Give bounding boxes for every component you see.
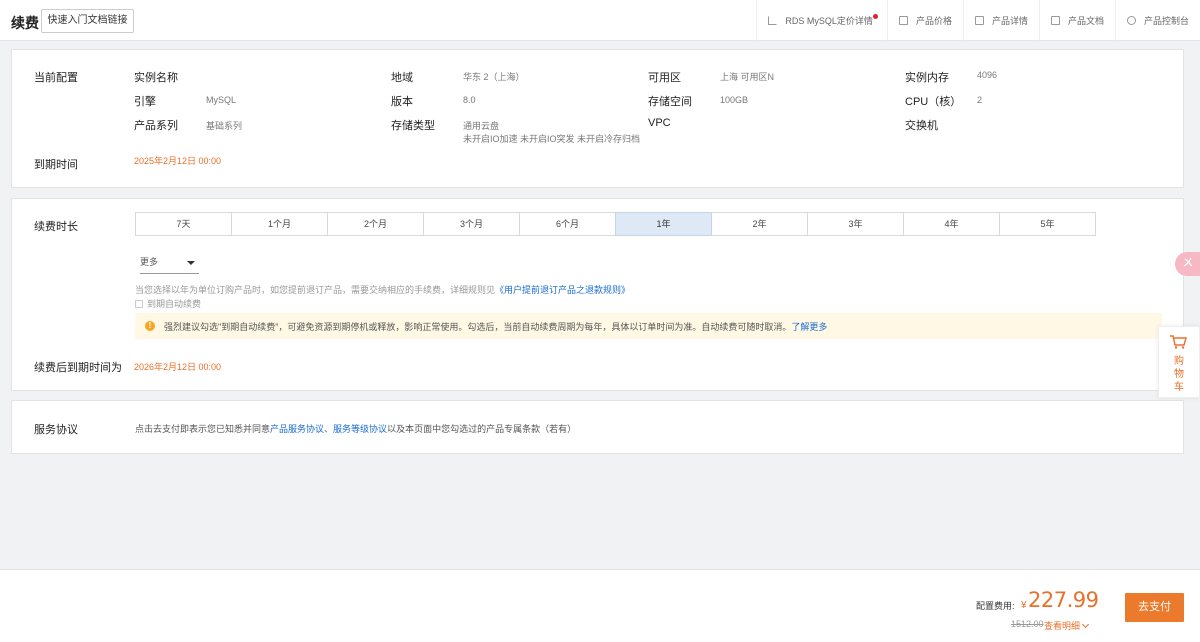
duration-option[interactable]: 2年 [711, 212, 808, 236]
price-value: 227.99 [1028, 588, 1099, 612]
agreement-prefix: 点击去支付即表示您已知悉并同意 [135, 424, 271, 434]
duration-option[interactable]: 3年 [807, 212, 904, 236]
storage-label: 存储空间 [648, 96, 692, 108]
memory-value: 4096 [977, 70, 998, 80]
more-duration-label: 更多 [140, 257, 159, 267]
auto-renew-label: 到期自动续费 [147, 299, 202, 309]
price-list-icon [898, 16, 908, 25]
cpu-label: CPU（核） [905, 96, 962, 108]
product-doc-label: 产品文档 [1067, 16, 1104, 26]
service-agreement-label: 服务协议 [34, 424, 78, 436]
renew-duration-card: 续费时长 7天 1个月 2个月 3个月 6个月 1年 2年 3年 4年 5年 更… [11, 198, 1184, 391]
agreement-separator: 、 [324, 424, 334, 434]
duration-option[interactable]: 2个月 [327, 212, 424, 236]
agreement-text: 点击去支付即表示您已知悉并同意产品服务协议、服务等级协议以及本页面中您勾选过的产… [135, 422, 576, 435]
expire-label: 到期时间 [34, 159, 78, 171]
storage-type-value: 通用云盘 [463, 121, 500, 131]
price-label: 配置费用: [976, 601, 1015, 611]
external-link-icon [768, 16, 778, 25]
auto-renew-checkbox[interactable] [135, 299, 143, 308]
auto-renew-warning: ! 强烈建议勾选"到期自动续费"，可避免资源到期停机或释放，影响正常使用。勾选后… [135, 313, 1162, 339]
product-detail-label: 产品详情 [991, 16, 1028, 26]
vpc-label: VPC [648, 117, 671, 129]
checkout-bar: 配置费用: ¥ 227.99 1512.00 查看明细 去支付 [0, 569, 1200, 642]
product-price-label: 产品价格 [915, 16, 952, 26]
chevron-down-icon [1081, 620, 1090, 629]
sla-link[interactable]: 服务等级协议 [333, 424, 387, 434]
top-links: RDS MySQL定价详情 产品价格 产品详情 产品文档 产品控制台 [756, 0, 1200, 41]
refund-note: 当您选择以年为单位订购产品时，如您提前退订产品，需要交纳相应的手续费，详细规则见… [135, 283, 630, 296]
series-value: 基础系列 [206, 121, 243, 131]
current-config-label: 当前配置 [34, 72, 78, 84]
new-expire-label: 续费后到期时间为 [34, 362, 122, 374]
refund-note-text: 当您选择以年为单位订购产品时，如您提前退订产品，需要交纳相应的手续费，详细规则见 [135, 285, 496, 295]
view-details-link[interactable]: 查看明细 [1044, 619, 1090, 632]
warning-icon: ! [145, 321, 155, 331]
product-console-label: 产品控制台 [1143, 16, 1189, 26]
notification-dot [872, 14, 878, 19]
zone-label: 可用区 [648, 72, 681, 84]
duration-option[interactable]: 5年 [999, 212, 1096, 236]
more-duration-select[interactable]: 更多 [140, 256, 199, 274]
storage-type-label: 存储类型 [391, 120, 435, 132]
current-config-card: 当前配置 实例名称 地域 华东 2（上海） 可用区 上海 可用区N 实例内存 4… [11, 49, 1184, 188]
product-console-link[interactable]: 产品控制台 [1114, 0, 1200, 41]
duration-option[interactable]: 4年 [903, 212, 1000, 236]
duration-option[interactable]: 6个月 [519, 212, 616, 236]
duration-option-selected[interactable]: 1年 [615, 212, 712, 236]
pricing-detail-label: RDS MySQL定价详情 [785, 16, 873, 26]
document-icon [1050, 16, 1060, 25]
duration-tabs: 7天 1个月 2个月 3个月 6个月 1年 2年 3年 4年 5年 [135, 212, 1096, 236]
duration-option[interactable]: 1个月 [231, 212, 328, 236]
duration-option[interactable]: 7天 [135, 212, 232, 236]
instance-name-label: 实例名称 [134, 72, 178, 84]
engine-value: MySQL [206, 95, 237, 105]
region-label: 地域 [391, 72, 413, 84]
storage-type-sub: 未开启IO加速 未开启IO突发 未开启冷存归档 [463, 134, 641, 144]
caret-down-icon [187, 261, 195, 265]
page-title: 续费 [11, 15, 39, 31]
console-icon [1126, 16, 1136, 25]
renew-duration-label: 续费时长 [34, 221, 78, 233]
pay-button[interactable]: 去支付 [1125, 593, 1184, 622]
cart-label: 购物车 [1174, 356, 1184, 393]
zone-value: 上海 可用区N [720, 72, 775, 82]
expire-value: 2025年2月12日 00:00 [134, 156, 222, 166]
auto-renew-option[interactable]: 到期自动续费 [135, 297, 201, 310]
new-expire-value: 2026年2月12日 00:00 [134, 362, 222, 372]
version-label: 版本 [391, 96, 413, 108]
product-doc-link[interactable]: 产品文档 [1038, 0, 1115, 41]
product-service-agreement-link[interactable]: 产品服务协议 [270, 424, 324, 434]
storage-value: 100GB [720, 95, 749, 105]
product-price-link[interactable]: 产品价格 [886, 0, 963, 41]
series-label: 产品系列 [134, 120, 178, 132]
floating-badge[interactable]: ㄨ [1175, 252, 1200, 276]
original-price: 1512.00 [1011, 619, 1044, 629]
quick-start-doc-button[interactable]: 快速入门文档链接 [41, 9, 134, 33]
cart-icon [1170, 335, 1187, 349]
product-detail-link[interactable]: 产品详情 [962, 0, 1039, 41]
top-bar: 续费 快速入门文档链接 RDS MySQL定价详情 产品价格 产品详情 产品文档… [0, 0, 1200, 41]
learn-more-link[interactable]: 了解更多 [791, 320, 827, 333]
duration-option[interactable]: 3个月 [423, 212, 520, 236]
region-value: 华东 2（上海） [463, 72, 525, 82]
cpu-value: 2 [977, 95, 983, 105]
view-details-label: 查看明细 [1044, 621, 1081, 631]
agreement-suffix: 以及本页面中您勾选过的产品专属条款（若有） [387, 424, 577, 434]
service-agreement-card: 服务协议 点击去支付即表示您已知悉并同意产品服务协议、服务等级协议以及本页面中您… [11, 400, 1184, 454]
memory-label: 实例内存 [905, 72, 949, 84]
bookmark-icon [974, 16, 984, 25]
version-value: 8.0 [463, 95, 476, 105]
engine-label: 引擎 [134, 96, 156, 108]
warning-text: 强烈建议勾选"到期自动续费"，可避免资源到期停机或释放，影响正常使用。勾选后，当… [164, 321, 792, 332]
refund-rules-link[interactable]: 《用户提前退订产品之退款规则》 [495, 285, 630, 295]
currency-symbol: ¥ [1021, 600, 1027, 611]
shopping-cart-button[interactable]: 购物车 [1158, 326, 1200, 398]
pricing-detail-link[interactable]: RDS MySQL定价详情 [756, 0, 887, 41]
switch-label: 交换机 [905, 120, 938, 132]
